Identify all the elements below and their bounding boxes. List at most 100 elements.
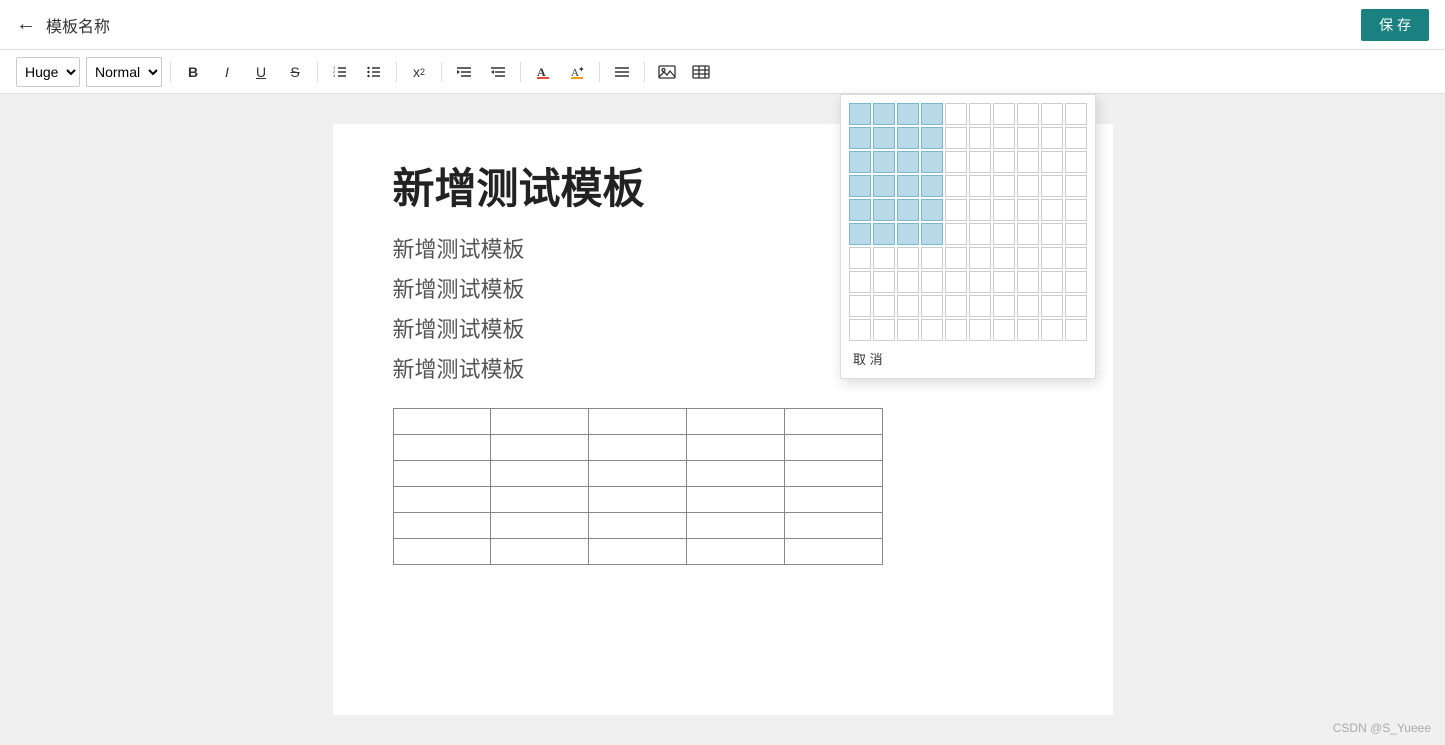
font-size-select[interactable]: Huge xyxy=(16,57,80,87)
table-cell[interactable] xyxy=(589,461,687,487)
image-button[interactable] xyxy=(653,57,681,87)
table-picker-cell[interactable] xyxy=(969,103,991,125)
table-picker-cell[interactable] xyxy=(993,247,1015,269)
font-color-button[interactable]: A xyxy=(529,57,557,87)
table-picker-cell[interactable] xyxy=(921,175,943,197)
table-picker-cell[interactable] xyxy=(849,103,871,125)
table-picker-cell[interactable] xyxy=(993,127,1015,149)
table-picker-cell[interactable] xyxy=(921,319,943,341)
table-picker-cell[interactable] xyxy=(945,127,967,149)
table-picker-cell[interactable] xyxy=(969,223,991,245)
superscript-button[interactable]: x2 xyxy=(405,57,433,87)
table-picker-cell[interactable] xyxy=(1065,151,1087,173)
table-cell[interactable] xyxy=(686,409,784,435)
table-cell[interactable] xyxy=(393,461,491,487)
table-picker-cell[interactable] xyxy=(921,151,943,173)
table-picker-cell[interactable] xyxy=(1017,271,1039,293)
table-picker-cell[interactable] xyxy=(945,247,967,269)
table-picker-cell[interactable] xyxy=(849,319,871,341)
unordered-list-button[interactable] xyxy=(360,57,388,87)
table-picker-cell[interactable] xyxy=(921,247,943,269)
table-cell[interactable] xyxy=(589,409,687,435)
table-picker-cell[interactable] xyxy=(969,199,991,221)
table-picker-cell[interactable] xyxy=(897,175,919,197)
table-picker-cell[interactable] xyxy=(993,319,1015,341)
table-picker-cell[interactable] xyxy=(897,223,919,245)
table-cell[interactable] xyxy=(491,487,589,513)
table-picker-cell[interactable] xyxy=(849,247,871,269)
table-picker-cell[interactable] xyxy=(993,103,1015,125)
table-picker-cell[interactable] xyxy=(1065,295,1087,317)
table-picker-cell[interactable] xyxy=(969,151,991,173)
table-picker-cell[interactable] xyxy=(897,127,919,149)
indent-right-button[interactable] xyxy=(450,57,478,87)
table-picker-cell[interactable] xyxy=(993,151,1015,173)
table-picker-cell[interactable] xyxy=(969,247,991,269)
table-picker-cancel-button[interactable]: 取 消 xyxy=(849,347,887,370)
table-picker-cell[interactable] xyxy=(945,223,967,245)
table-picker-cell[interactable] xyxy=(897,103,919,125)
back-button[interactable]: ← xyxy=(16,13,36,36)
table-picker-cell[interactable] xyxy=(945,295,967,317)
table-cell[interactable] xyxy=(686,539,784,565)
table-picker-cell[interactable] xyxy=(921,295,943,317)
table-picker-cell[interactable] xyxy=(1041,127,1063,149)
table-picker-cell[interactable] xyxy=(969,271,991,293)
table-cell[interactable] xyxy=(784,435,882,461)
table-picker-cell[interactable] xyxy=(1017,295,1039,317)
table-picker-cell[interactable] xyxy=(1041,103,1063,125)
table-picker-cell[interactable] xyxy=(1017,199,1039,221)
table-picker-cell[interactable] xyxy=(969,127,991,149)
table-picker-cell[interactable] xyxy=(1041,271,1063,293)
table-picker-cell[interactable] xyxy=(1041,319,1063,341)
table-picker-cell[interactable] xyxy=(993,199,1015,221)
table-picker-cell[interactable] xyxy=(1065,247,1087,269)
table-picker-cell[interactable] xyxy=(1065,127,1087,149)
table-cell[interactable] xyxy=(589,435,687,461)
table-cell[interactable] xyxy=(784,539,882,565)
table-picker-cell[interactable] xyxy=(849,151,871,173)
table-cell[interactable] xyxy=(784,461,882,487)
table-picker-cell[interactable] xyxy=(1041,247,1063,269)
table-cell[interactable] xyxy=(491,435,589,461)
table-cell[interactable] xyxy=(491,539,589,565)
table-picker-cell[interactable] xyxy=(1017,223,1039,245)
table-cell[interactable] xyxy=(686,513,784,539)
underline-button[interactable]: U xyxy=(247,57,275,87)
table-picker-cell[interactable] xyxy=(897,199,919,221)
align-button[interactable] xyxy=(608,57,636,87)
strikethrough-button[interactable]: S xyxy=(281,57,309,87)
table-picker-cell[interactable] xyxy=(849,223,871,245)
save-button[interactable]: 保 存 xyxy=(1361,9,1429,41)
table-picker-cell[interactable] xyxy=(849,271,871,293)
table-cell[interactable] xyxy=(784,487,882,513)
table-picker-cell[interactable] xyxy=(1065,199,1087,221)
italic-button[interactable]: I xyxy=(213,57,241,87)
table-picker-cell[interactable] xyxy=(945,271,967,293)
table-picker-cell[interactable] xyxy=(945,199,967,221)
table-picker-cell[interactable] xyxy=(993,223,1015,245)
table-picker-cell[interactable] xyxy=(921,103,943,125)
table-picker-cell[interactable] xyxy=(873,319,895,341)
table-picker-cell[interactable] xyxy=(1041,199,1063,221)
table-cell[interactable] xyxy=(393,487,491,513)
table-picker-cell[interactable] xyxy=(873,103,895,125)
table-picker-cell[interactable] xyxy=(921,199,943,221)
table-picker-cell[interactable] xyxy=(873,271,895,293)
table-picker-cell[interactable] xyxy=(993,271,1015,293)
table-picker-cell[interactable] xyxy=(1065,271,1087,293)
font-style-select[interactable]: Normal xyxy=(86,57,162,87)
highlight-button[interactable]: A ✦ xyxy=(563,57,591,87)
table-picker-cell[interactable] xyxy=(873,295,895,317)
table-picker-cell[interactable] xyxy=(1041,151,1063,173)
table-picker-cell[interactable] xyxy=(849,127,871,149)
table-picker-cell[interactable] xyxy=(993,295,1015,317)
table-picker-cell[interactable] xyxy=(1017,103,1039,125)
table-picker-cell[interactable] xyxy=(1065,175,1087,197)
table-picker-cell[interactable] xyxy=(897,271,919,293)
table-picker-cell[interactable] xyxy=(873,247,895,269)
table-cell[interactable] xyxy=(491,409,589,435)
table-picker-cell[interactable] xyxy=(969,175,991,197)
table-cell[interactable] xyxy=(393,539,491,565)
table-picker-cell[interactable] xyxy=(1065,319,1087,341)
